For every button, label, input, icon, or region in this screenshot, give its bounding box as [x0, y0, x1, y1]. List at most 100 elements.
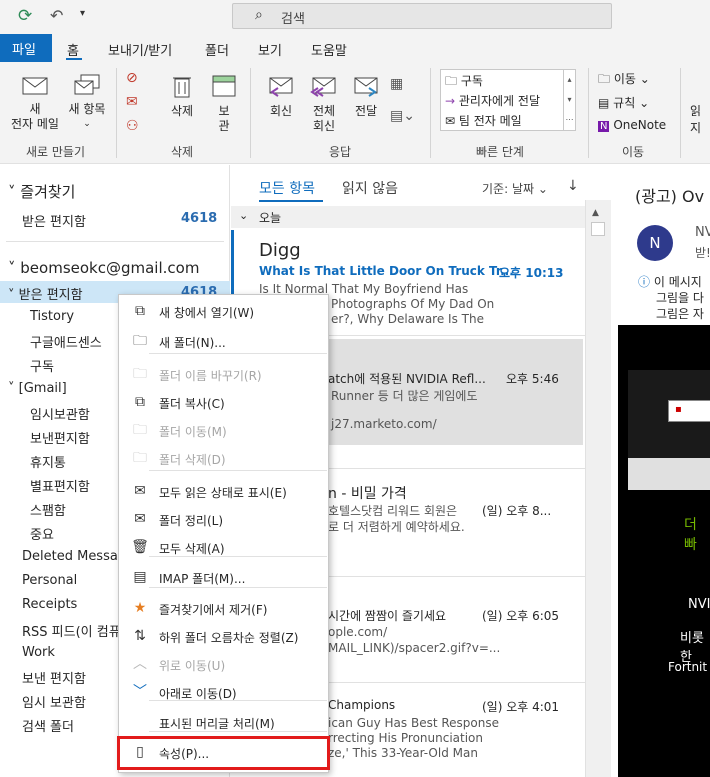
archive-label: 보 관 [218, 104, 230, 133]
menu-item-label: 하위 폴더 오름차순 정렬(Z) [159, 631, 299, 645]
folder-drafts[interactable]: 임시보관함 [30, 404, 90, 423]
quick-step-forward-manager[interactable]: → 관리자에게 전달 [445, 92, 540, 109]
divider [430, 68, 431, 158]
message-sender: Digg [259, 240, 301, 261]
message-list-scrollbar[interactable]: ▲ [585, 200, 611, 777]
folder-gmail-label: [Gmail] [18, 381, 67, 396]
folder-spam[interactable]: 스팸함 [30, 500, 66, 519]
folder-adsense[interactable]: 구글애드센스 [30, 332, 102, 351]
tab-view[interactable]: 보기 [258, 40, 282, 59]
folder-rss[interactable]: RSS 피드(이 컴퓨 [22, 621, 121, 640]
reply-all-label: 전체 회신 [312, 104, 336, 133]
scroll-thumb[interactable] [591, 222, 605, 236]
menu-item-remove-favorite[interactable]: ★ 즐겨찾기에서 제거(F) [119, 594, 328, 622]
menu-separator [149, 556, 327, 557]
account-header[interactable]: ˅ beomseokc@gmail.com [8, 259, 199, 277]
menu-item-sort-subfolders[interactable]: ⇅ 하위 폴더 오름차순 정렬(Z) [119, 622, 328, 650]
menu-item-new-window[interactable]: ⧉ 새 창에서 열기(W) [119, 297, 328, 325]
delete-button[interactable]: 삭제 [164, 72, 200, 119]
new-mail-button[interactable]: 새 전자 메일 [6, 72, 64, 132]
folder-starred[interactable]: 별표편지함 [30, 476, 90, 495]
folder-trash[interactable]: 휴지통 [30, 452, 66, 471]
favorites-header[interactable]: ˅ 즐겨찾기 [8, 181, 75, 202]
menu-item-label: 폴더 삭제(D) [159, 453, 226, 467]
move-button[interactable]: 🗀 이동 ⌄ [598, 70, 650, 91]
folder-work[interactable]: Work [22, 645, 55, 660]
quick-step-subscribe[interactable]: 🗀 구독 [445, 72, 483, 93]
tab-help[interactable]: 도움말 [311, 40, 347, 59]
forward-icon [354, 77, 378, 97]
folder-sent[interactable]: 보낸편지함 [30, 428, 90, 447]
reading-sender: NV [695, 225, 710, 240]
folder-search[interactable]: 검색 폴더 [22, 716, 74, 735]
move-label: 이동 [613, 72, 636, 86]
trash-icon [173, 77, 191, 98]
sort-direction-icon[interactable]: ↓ [567, 178, 579, 194]
quick-step-label: 관리자에게 전달 [458, 94, 540, 108]
more-respond-icon[interactable]: ▤⌄ [390, 108, 415, 124]
clean-up-icon[interactable]: ✉ [126, 94, 138, 110]
gallery-scroll-icon[interactable]: ▴ ▾ ⋯ [563, 70, 575, 130]
folder-personal[interactable]: Personal [22, 573, 77, 588]
tab-folder[interactable]: 폴더 [205, 40, 229, 59]
customize-toolbar-icon[interactable]: ▾ [80, 8, 85, 19]
undo-icon[interactable]: ↶ [50, 6, 63, 25]
reply-all-button[interactable]: 전체 회신 [304, 72, 344, 134]
folder-tistory[interactable]: Tistory [30, 309, 74, 324]
folder-deleted-messages[interactable]: Deleted Messag [22, 549, 126, 564]
delete-all-icon: 🗑 [131, 539, 149, 555]
archive-button[interactable]: 보 관 [206, 72, 242, 134]
menu-item-label: 새 폴더(N)... [159, 336, 226, 350]
delete-folder-icon: 🗀 [133, 450, 147, 466]
folder-context-menu: ⧉ 새 창에서 열기(W) 🗀 새 폴더(N)... 🗀 폴더 이름 바꾸기(R) ⧉ 폴더 … [118, 294, 329, 773]
forward-button[interactable]: 전달 [348, 72, 384, 119]
menu-item-new-folder[interactable]: 🗀 새 폴더(N)... [119, 327, 328, 355]
folder-sent-items[interactable]: 보낸 편지함 [22, 668, 86, 687]
menu-item-label: 위로 이동(U) [159, 659, 226, 673]
reply-button[interactable]: 회신 [262, 72, 300, 119]
read-aloud-button[interactable]: 읽지 [690, 102, 710, 136]
folder-inbox[interactable]: ˅ 받은 편지함 [8, 284, 83, 303]
menu-item-move-down[interactable]: ﹀ 아래로 이동(D) [119, 678, 328, 706]
message-preview: MAIL_LINK)/spacer2.gif?v=... [328, 641, 501, 655]
folder-drafts-local[interactable]: 임시 보관함 [22, 692, 86, 711]
tab-home[interactable]: 홈 [67, 40, 79, 59]
mark-read-icon: ✉ [134, 483, 146, 499]
tab-send-receive[interactable]: 보내기/받기 [108, 40, 172, 59]
tab-file[interactable]: 파일 [0, 34, 52, 62]
message-subject[interactable]: Champions [328, 698, 395, 712]
favorite-inbox[interactable]: 받은 편지함 [22, 211, 86, 230]
calendar-icon[interactable]: ▦ [390, 76, 403, 92]
menu-item-move-up: ︿ 위로 이동(U) [119, 650, 328, 678]
sort-by-button[interactable]: 기준: 날짜 ⌄ [482, 180, 548, 197]
menu-item-copy-folder[interactable]: ⧉ 폴더 복사(C) [119, 388, 328, 416]
group-label-new: 새로 만들기 [26, 145, 86, 159]
group-header-today[interactable]: ⌄ 오늘 [231, 206, 585, 228]
info-bar[interactable]: ⓘ 이 메시지 [638, 273, 702, 290]
folder-important[interactable]: 중요 [30, 524, 54, 543]
tab-unread[interactable]: 읽지 않음 [342, 178, 398, 198]
message-time: 오후 10:13 [499, 266, 564, 280]
quick-step-team-email[interactable]: ✉ 팀 전자 메일 [445, 112, 522, 129]
folder-gmail[interactable]: ˅ [Gmail] [8, 381, 67, 396]
ignore-icon[interactable]: ⊘ [126, 70, 138, 86]
menu-item-move-folder: 🗀 폴더 이동(M) [119, 416, 328, 444]
tab-all-items[interactable]: 모든 항목 [259, 178, 315, 198]
message-subject[interactable]: n - 비밀 가격 [328, 483, 407, 503]
junk-icon[interactable]: ⚇ [126, 118, 139, 134]
menu-item-mark-read[interactable]: ✉ 모두 읽은 상태로 표시(E) [119, 477, 328, 505]
mail-icon: ✉ [445, 114, 456, 128]
menu-item-clean-folder[interactable]: ✉ 폴더 정리(L) [119, 505, 328, 533]
folder-subscribe[interactable]: 구독 [30, 356, 54, 375]
message-subject[interactable]: 시간에 짬짬이 즐기세요 [328, 607, 446, 624]
avatar[interactable]: N [637, 225, 673, 261]
new-items-button[interactable]: 새 항목 ⌄ [64, 72, 110, 132]
message-time: (일) 오후 6:05 [482, 609, 560, 623]
rules-button[interactable]: ▤ 규칙 ⌄ [598, 94, 649, 111]
onenote-button[interactable]: N OneNote [598, 118, 666, 132]
folder-receipts[interactable]: Receipts [22, 597, 77, 612]
message-preview: Runner 등 더 많은 게임에도 [331, 389, 478, 403]
sync-icon[interactable]: ⟳ [18, 6, 32, 26]
search-input[interactable]: ⌕ 검색 [232, 3, 612, 29]
scroll-up-icon[interactable]: ▲ [592, 208, 599, 218]
